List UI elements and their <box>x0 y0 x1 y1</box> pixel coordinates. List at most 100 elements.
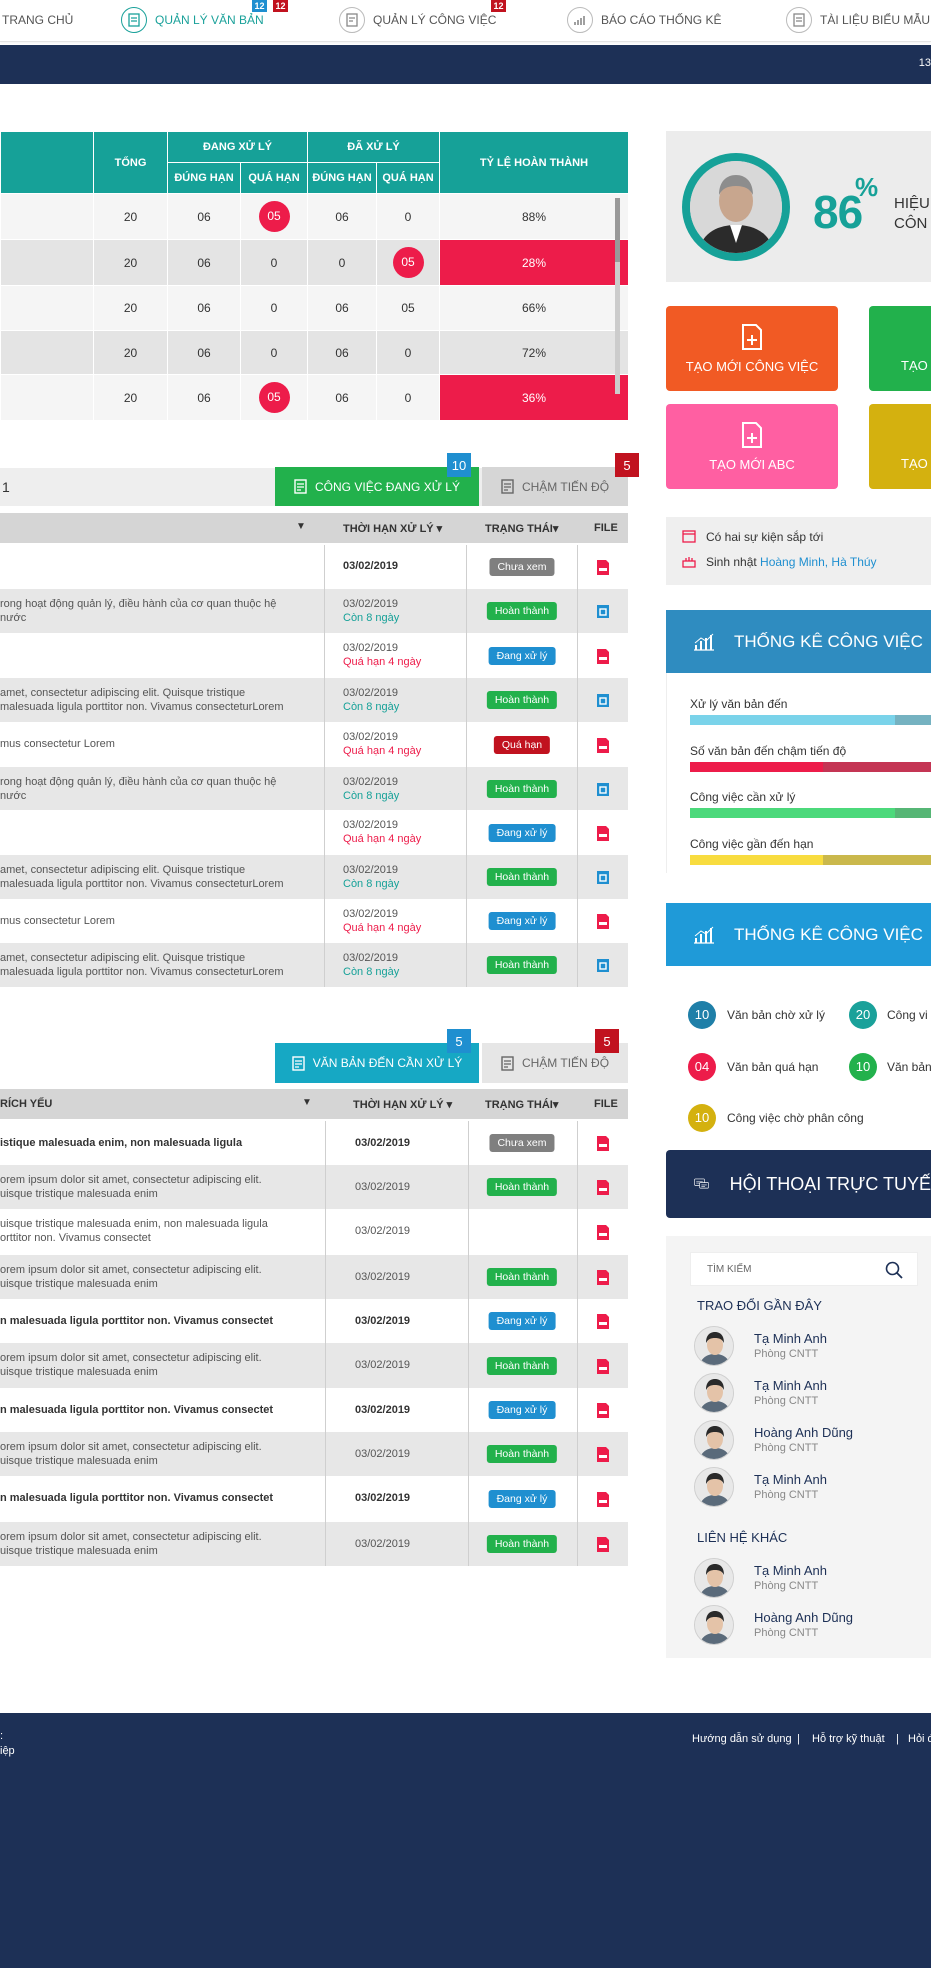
table-row[interactable]: 03/02/2019 Quá hạn 4 ngày Đang xử lý <box>0 810 628 855</box>
status-badge[interactable]: Đang xử lý <box>488 824 556 842</box>
status-badge[interactable]: Hoàn thành <box>486 868 558 886</box>
table-row[interactable]: n malesuada ligula porttitor non. Vivamu… <box>0 1299 628 1343</box>
table-row[interactable]: rong hoạt động quản lý, điều hành của cơ… <box>0 589 628 633</box>
col-status[interactable]: TRẠNG THÁI▾ <box>485 522 558 535</box>
col-deadline[interactable]: THỜI HẠN XỬ LÝ ▾ <box>343 522 442 535</box>
status-badge[interactable]: Đang xử lý <box>488 912 556 930</box>
table-row[interactable]: istique malesuada enim, non malesuada li… <box>0 1121 628 1165</box>
table-row[interactable]: uisque tristique malesuada enim, non mal… <box>0 1209 628 1255</box>
nav-item-label: QUẢN LÝ CÔNG VIỆC <box>373 13 497 27</box>
create-tile-2[interactable]: TẠO <box>869 306 931 391</box>
table-row[interactable]: orem ipsum dolor sit amet, consectetur a… <box>0 1165 628 1209</box>
table-row[interactable]: 03/02/2019 Quá hạn 4 ngày Đang xử lý <box>0 633 628 678</box>
col-summary[interactable]: RÍCH YẾU <box>0 1098 52 1110</box>
table-row[interactable]: rong hoạt động quản lý, điều hành của cơ… <box>0 767 628 810</box>
status-badge[interactable]: Hoàn thành <box>486 1357 558 1375</box>
status-badge[interactable]: Quá hạn <box>493 736 551 754</box>
table-row[interactable]: amet, consectetur adipiscing elit. Quisq… <box>0 943 628 987</box>
stats-scroll-thumb[interactable] <box>615 198 620 262</box>
status-badge[interactable]: Đang xử lý <box>488 647 556 665</box>
table-row[interactable]: 20 06 05 06 0 36% <box>0 374 629 421</box>
nav-item-tasks[interactable]: QUẢN LÝ CÔNG VIỆC 12 <box>339 0 506 40</box>
status-badge[interactable]: Chưa xem <box>489 1134 555 1152</box>
table-row[interactable]: orem ipsum dolor sit amet, consectetur a… <box>0 1255 628 1299</box>
status-badge[interactable]: Hoàn thành <box>486 956 558 974</box>
chat-search-input[interactable]: TÌM KIẾM <box>690 1252 918 1286</box>
table-row[interactable]: 20 06 0 0 05 28% <box>0 239 629 286</box>
pdf-file-icon[interactable] <box>596 825 610 842</box>
nav-item-templates[interactable]: TÀI LIỆU BIỂU MẪU <box>786 0 930 40</box>
chat-header[interactable]: HỘI THOẠI TRỰC TUYẾ <box>666 1150 931 1218</box>
status-badge[interactable]: Hoàn thành <box>486 1178 558 1196</box>
document-file-icon[interactable] <box>596 692 610 709</box>
pdf-file-icon[interactable] <box>596 1179 610 1196</box>
pdf-file-icon[interactable] <box>596 1224 610 1241</box>
create-abc-tile[interactable]: TẠO MỚI ABC <box>666 404 838 489</box>
pdf-file-icon[interactable] <box>596 1135 610 1152</box>
birthday-names[interactable]: Hoàng Minh, Hà Thúy <box>760 555 877 569</box>
count-circle[interactable]: 04 <box>688 1053 716 1081</box>
document-file-icon[interactable] <box>596 781 610 798</box>
create-task-tile[interactable]: TẠO MỚI CÔNG VIỆC <box>666 306 838 391</box>
table-row[interactable]: 03/02/2019 Chưa xem <box>0 545 628 589</box>
pdf-file-icon[interactable] <box>596 1358 610 1375</box>
cell-ontime: 0 <box>307 239 377 286</box>
table-row[interactable]: mus consectetur Lorem 03/02/2019 Quá hạn 4… <box>0 722 628 767</box>
table-row[interactable]: n malesuada ligula porttitor non. Vivamu… <box>0 1476 628 1522</box>
pdf-file-icon[interactable] <box>596 1313 610 1330</box>
status-badge[interactable]: Hoàn thành <box>486 691 558 709</box>
table-row[interactable]: 20 06 0 06 05 66% <box>0 285 629 331</box>
col-status[interactable]: TRẠNG THÁI▾ <box>485 1098 558 1111</box>
nav-item-reports[interactable]: BÁO CÁO THỐNG KÊ <box>567 0 721 40</box>
table-row[interactable]: n malesuada ligula porttitor non. Vivamu… <box>0 1388 628 1432</box>
pdf-file-icon[interactable] <box>596 913 610 930</box>
tab-behind-schedule[interactable]: CHẬM TIẾN ĐỘ <box>482 467 628 506</box>
footer-link-support[interactable]: Hỗ trợ kỹ thuật <box>812 1733 885 1745</box>
status-badge[interactable]: Đang xử lý <box>488 1312 556 1330</box>
pdf-file-icon[interactable] <box>596 1536 610 1553</box>
profile-avatar[interactable] <box>690 161 782 253</box>
count-circle[interactable]: 10 <box>688 1001 716 1029</box>
status-badge[interactable]: Đang xử lý <box>488 1401 556 1419</box>
status-badge[interactable]: Hoàn thành <box>486 1535 558 1553</box>
table-row[interactable]: orem ipsum dolor sit amet, consectetur a… <box>0 1432 628 1476</box>
count-circle[interactable]: 10 <box>688 1104 716 1132</box>
col-deadline[interactable]: THỜI HẠN XỬ LÝ ▾ <box>353 1098 452 1111</box>
table-row[interactable]: mus consectetur Lorem 03/02/2019 Quá hạn 4… <box>0 899 628 943</box>
document-file-icon[interactable] <box>596 869 610 886</box>
table-row[interactable]: amet, consectetur adipiscing elit. Quisq… <box>0 855 628 899</box>
status-badge[interactable]: Hoàn thành <box>486 780 558 798</box>
count-circle[interactable]: 10 <box>849 1053 877 1081</box>
status-badge[interactable]: Chưa xem <box>489 558 555 576</box>
table-row[interactable]: orem ipsum dolor sit amet, consectetur a… <box>0 1522 628 1566</box>
table-row[interactable]: orem ipsum dolor sit amet, consectetur a… <box>0 1343 628 1388</box>
count-circle[interactable]: 20 <box>849 1001 877 1029</box>
status-badge[interactable]: Hoàn thành <box>486 1268 558 1286</box>
footer-link-guide[interactable]: Hướng dẫn sử dụng <box>692 1733 792 1745</box>
column-divider <box>468 1209 469 1255</box>
table-row[interactable]: 20 06 0 06 0 72% <box>0 330 629 375</box>
pdf-file-icon[interactable] <box>596 559 610 576</box>
tab-label: CHẬM TIẾN ĐỘ <box>521 479 610 494</box>
table-row[interactable]: 20 06 05 06 0 88% <box>0 193 629 240</box>
work-stats-header: THỐNG KÊ CÔNG VIỆC <box>666 903 931 966</box>
pdf-file-icon[interactable] <box>596 737 610 754</box>
document-file-icon[interactable] <box>596 957 610 974</box>
column-divider <box>325 1432 326 1476</box>
table-row[interactable]: amet, consectetur adipiscing elit. Quisq… <box>0 678 628 722</box>
footer-link-faq[interactable]: Hỏi đ <box>908 1733 931 1745</box>
document-file-icon[interactable] <box>596 603 610 620</box>
status-badge[interactable]: Đang xử lý <box>488 1490 556 1508</box>
pdf-file-icon[interactable] <box>596 1402 610 1419</box>
status-badge[interactable]: Hoàn thành <box>486 1445 558 1463</box>
pdf-file-icon[interactable] <box>596 648 610 665</box>
sort-dropdown-icon[interactable]: ▼ <box>296 521 306 532</box>
pdf-file-icon[interactable] <box>596 1269 610 1286</box>
nav-item-documents[interactable]: QUẢN LÝ VĂN BẢN 12 12 <box>121 0 288 40</box>
create-tile-4[interactable]: TẠO <box>869 404 931 489</box>
sort-dropdown-icon[interactable]: ▼ <box>302 1097 312 1108</box>
nav-item-home[interactable]: TRANG CHỦ <box>2 0 73 40</box>
pdf-file-icon[interactable] <box>596 1446 610 1463</box>
status-badge[interactable]: Hoàn thành <box>486 602 558 620</box>
pdf-file-icon[interactable] <box>596 1491 610 1508</box>
